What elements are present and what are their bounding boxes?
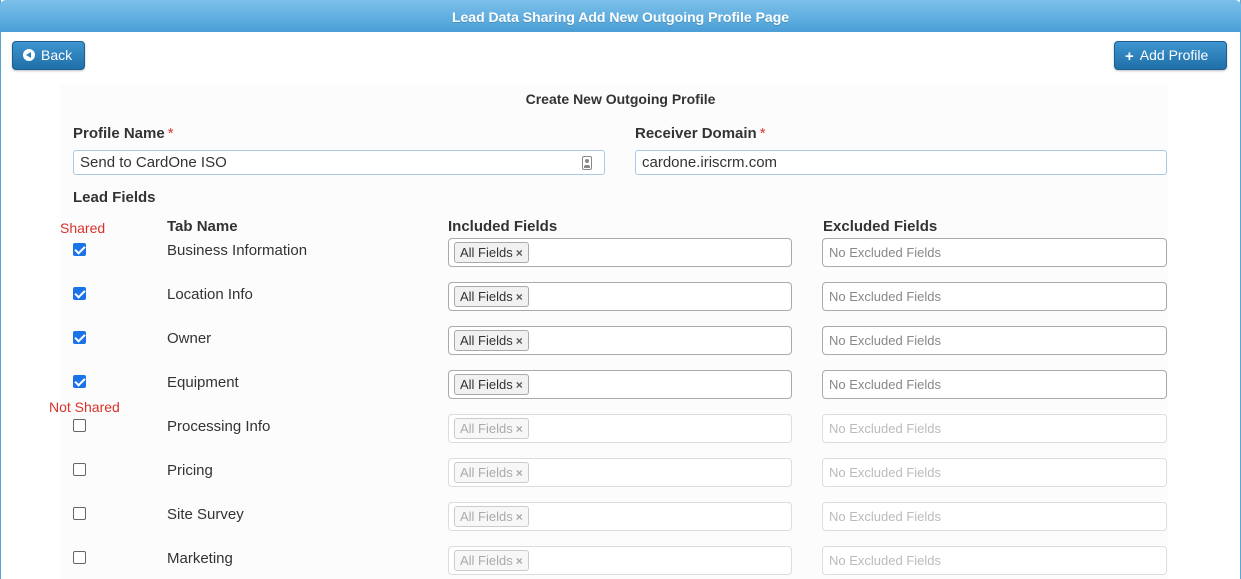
- tab-name: Business Information: [167, 242, 308, 259]
- tag-label: All Fields: [460, 465, 513, 480]
- add-profile-button[interactable]: + Add Profile: [1114, 41, 1227, 70]
- remove-tag-icon[interactable]: ×: [516, 378, 523, 392]
- required-mark: *: [167, 125, 174, 142]
- excluded-fields-select[interactable]: No Excluded Fields: [822, 502, 1167, 531]
- included-fields-select[interactable]: All Fields ×: [448, 546, 792, 575]
- profile-name-label-text: Profile Name: [73, 125, 165, 142]
- excluded-placeholder: No Excluded Fields: [829, 377, 941, 392]
- excluded-fields-select[interactable]: No Excluded Fields: [822, 546, 1167, 575]
- all-fields-tag: All Fields ×: [454, 550, 529, 571]
- included-fields-select[interactable]: All Fields ×: [448, 370, 792, 399]
- excluded-placeholder: No Excluded Fields: [829, 333, 941, 348]
- tab-name: Site Survey: [167, 506, 244, 523]
- tab-name: Processing Info: [167, 418, 271, 435]
- tag-label: All Fields: [460, 421, 513, 436]
- remove-tag-icon[interactable]: ×: [516, 334, 523, 348]
- remove-tag-icon[interactable]: ×: [516, 466, 523, 480]
- tab-name: Pricing: [167, 462, 213, 479]
- receiver-domain-value: cardone.iriscrm.com: [642, 154, 778, 171]
- tag-label: All Fields: [460, 377, 513, 392]
- profile-name-label: Profile Name *: [73, 125, 174, 142]
- excluded-fields-header: Excluded Fields: [823, 218, 938, 235]
- excluded-placeholder: No Excluded Fields: [829, 465, 941, 480]
- receiver-domain-label-text: Receiver Domain: [635, 125, 757, 142]
- included-fields-select[interactable]: All Fields ×: [448, 414, 792, 443]
- tab-name: Equipment: [167, 374, 239, 391]
- profile-name-input[interactable]: Send to CardOne ISO: [73, 150, 605, 175]
- shared-group-label: Shared: [60, 220, 106, 236]
- remove-tag-icon[interactable]: ×: [516, 246, 523, 260]
- lead-fields-label: Lead Fields: [73, 189, 156, 206]
- back-button-label: Back: [41, 47, 73, 63]
- shared-checkbox[interactable]: [73, 507, 86, 520]
- excluded-fields-select[interactable]: No Excluded Fields: [822, 238, 1167, 267]
- excluded-placeholder: No Excluded Fields: [829, 553, 941, 568]
- add-profile-button-label: Add Profile: [1139, 47, 1209, 63]
- included-fields-header: Included Fields: [448, 218, 558, 235]
- excluded-placeholder: No Excluded Fields: [829, 289, 941, 304]
- tab-name: Location Info: [167, 286, 253, 303]
- remove-tag-icon[interactable]: ×: [516, 290, 523, 304]
- excluded-fields-select[interactable]: No Excluded Fields: [822, 282, 1167, 311]
- required-mark: *: [759, 125, 766, 142]
- lead-field-row: Site Survey All Fields × No Excluded Fields: [0, 502, 1241, 532]
- excluded-placeholder: No Excluded Fields: [829, 245, 941, 260]
- included-fields-select[interactable]: All Fields ×: [448, 282, 792, 311]
- tab-name: Marketing: [167, 550, 233, 567]
- all-fields-tag: All Fields ×: [454, 286, 529, 307]
- form-title: Create New Outgoing Profile: [525, 91, 716, 107]
- shared-checkbox[interactable]: [73, 287, 86, 300]
- window-title: Lead Data Sharing Add New Outgoing Profi…: [0, 0, 1241, 32]
- lead-field-row: Marketing All Fields × No Excluded Fields: [0, 546, 1241, 576]
- tag-label: All Fields: [460, 333, 513, 348]
- remove-tag-icon[interactable]: ×: [516, 422, 523, 436]
- all-fields-tag: All Fields ×: [454, 418, 529, 439]
- shared-checkbox[interactable]: [73, 243, 86, 256]
- excluded-fields-select[interactable]: No Excluded Fields: [822, 370, 1167, 399]
- all-fields-tag: All Fields ×: [454, 506, 529, 527]
- all-fields-tag: All Fields ×: [454, 330, 529, 351]
- tag-label: All Fields: [460, 553, 513, 568]
- receiver-domain-input[interactable]: cardone.iriscrm.com: [635, 150, 1167, 175]
- profile-name-value: Send to CardOne ISO: [80, 154, 227, 171]
- tag-label: All Fields: [460, 509, 513, 524]
- lead-field-row: Pricing All Fields × No Excluded Fields: [0, 458, 1241, 488]
- tab-name: Owner: [167, 330, 212, 347]
- tag-label: All Fields: [460, 289, 513, 304]
- lead-field-row: Location Info All Fields × No Excluded Fiel…: [0, 282, 1241, 312]
- excluded-fields-select[interactable]: No Excluded Fields: [822, 326, 1167, 355]
- included-fields-select[interactable]: All Fields ×: [448, 238, 792, 267]
- tag-label: All Fields: [460, 245, 513, 260]
- not-shared-group-label: Not Shared: [49, 399, 120, 415]
- back-button[interactable]: Back: [12, 41, 85, 70]
- contact-card-icon[interactable]: [582, 156, 592, 170]
- remove-tag-icon[interactable]: ×: [516, 510, 523, 524]
- lead-field-row: Owner All Fields × No Excluded Fields: [0, 326, 1241, 356]
- included-fields-select[interactable]: All Fields ×: [448, 502, 792, 531]
- excluded-fields-select[interactable]: No Excluded Fields: [822, 414, 1167, 443]
- included-fields-select[interactable]: All Fields ×: [448, 326, 792, 355]
- remove-tag-icon[interactable]: ×: [516, 554, 523, 568]
- back-arrow-icon: [23, 49, 35, 62]
- all-fields-tag: All Fields ×: [454, 242, 529, 263]
- tab-name-header: Tab Name: [167, 218, 238, 235]
- lead-field-row: Equipment All Fields × No Excluded Fields: [0, 370, 1241, 400]
- excluded-placeholder: No Excluded Fields: [829, 509, 941, 524]
- shared-checkbox[interactable]: [73, 375, 86, 388]
- lead-field-row: Business Information All Fields × No Exclud…: [0, 238, 1241, 268]
- shared-checkbox[interactable]: [73, 419, 86, 432]
- lead-field-row: Processing Info All Fields × No Excluded Fi…: [0, 414, 1241, 444]
- shared-checkbox[interactable]: [73, 331, 86, 344]
- all-fields-tag: All Fields ×: [454, 462, 529, 483]
- receiver-domain-label: Receiver Domain *: [635, 125, 766, 142]
- shared-checkbox[interactable]: [73, 463, 86, 476]
- included-fields-select[interactable]: All Fields ×: [448, 458, 792, 487]
- plus-icon: +: [1125, 47, 1134, 65]
- all-fields-tag: All Fields ×: [454, 374, 529, 395]
- excluded-placeholder: No Excluded Fields: [829, 421, 941, 436]
- excluded-fields-select[interactable]: No Excluded Fields: [822, 458, 1167, 487]
- shared-checkbox[interactable]: [73, 551, 86, 564]
